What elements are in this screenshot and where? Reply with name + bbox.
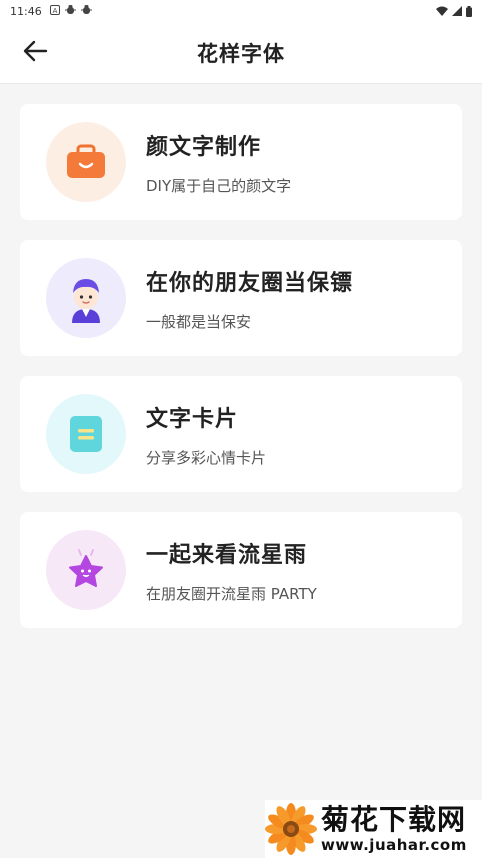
briefcase-icon: [46, 122, 126, 202]
list-item-bodyguard[interactable]: 在你的朋友圈当保镖 一般都是当保安: [20, 240, 462, 356]
svg-text:A: A: [52, 7, 57, 15]
status-time: 11:46: [10, 4, 42, 18]
page-title: 花样字体: [197, 41, 285, 66]
item-title: 一起来看流星雨: [146, 542, 308, 568]
list-item-text-card[interactable]: 文字卡片 分享多彩心情卡片: [20, 376, 462, 492]
list-item-meteor-shower[interactable]: 一起来看流星雨 在朋友圈开流星雨 PARTY: [20, 512, 462, 628]
guard-avatar-icon: [46, 258, 126, 338]
arrow-left-icon: [22, 40, 48, 66]
list-item-kaomoji[interactable]: 颜文字制作 DIY属于自己的颜文字: [20, 104, 462, 220]
back-button[interactable]: [18, 37, 52, 69]
notification-a-icon: A: [49, 4, 60, 18]
bug-icon: [80, 4, 92, 18]
watermark-url: www.juahar.com: [321, 836, 467, 854]
signal-icon: [452, 6, 462, 16]
item-subtitle: 在朋友圈开流星雨 PARTY: [146, 584, 317, 603]
watermark-logo: 菊花下载网 www.juahar.com: [265, 800, 482, 858]
card-icon: [46, 394, 126, 474]
star-icon: [46, 530, 126, 610]
item-title: 在你的朋友圈当保镖: [146, 270, 354, 296]
status-right: [436, 5, 472, 17]
chrysanthemum-logo-icon: [265, 803, 317, 855]
app-bar: 花样字体: [0, 22, 482, 84]
wifi-icon: [436, 6, 448, 16]
item-subtitle: 一般都是当保安: [146, 312, 252, 331]
feature-list: 颜文字制作 DIY属于自己的颜文字 在你的朋友圈当保镖 一般都是当保安 文字卡片…: [20, 104, 462, 648]
item-subtitle: DIY属于自己的颜文字: [146, 176, 292, 195]
item-subtitle: 分享多彩心情卡片: [146, 448, 267, 467]
item-title: 文字卡片: [146, 406, 239, 432]
status-bar: 11:46 A: [0, 0, 482, 22]
bug-icon: [64, 4, 76, 18]
item-title: 颜文字制作: [146, 134, 262, 160]
battery-icon: [466, 5, 472, 17]
watermark-name: 菊花下载网: [321, 803, 467, 836]
